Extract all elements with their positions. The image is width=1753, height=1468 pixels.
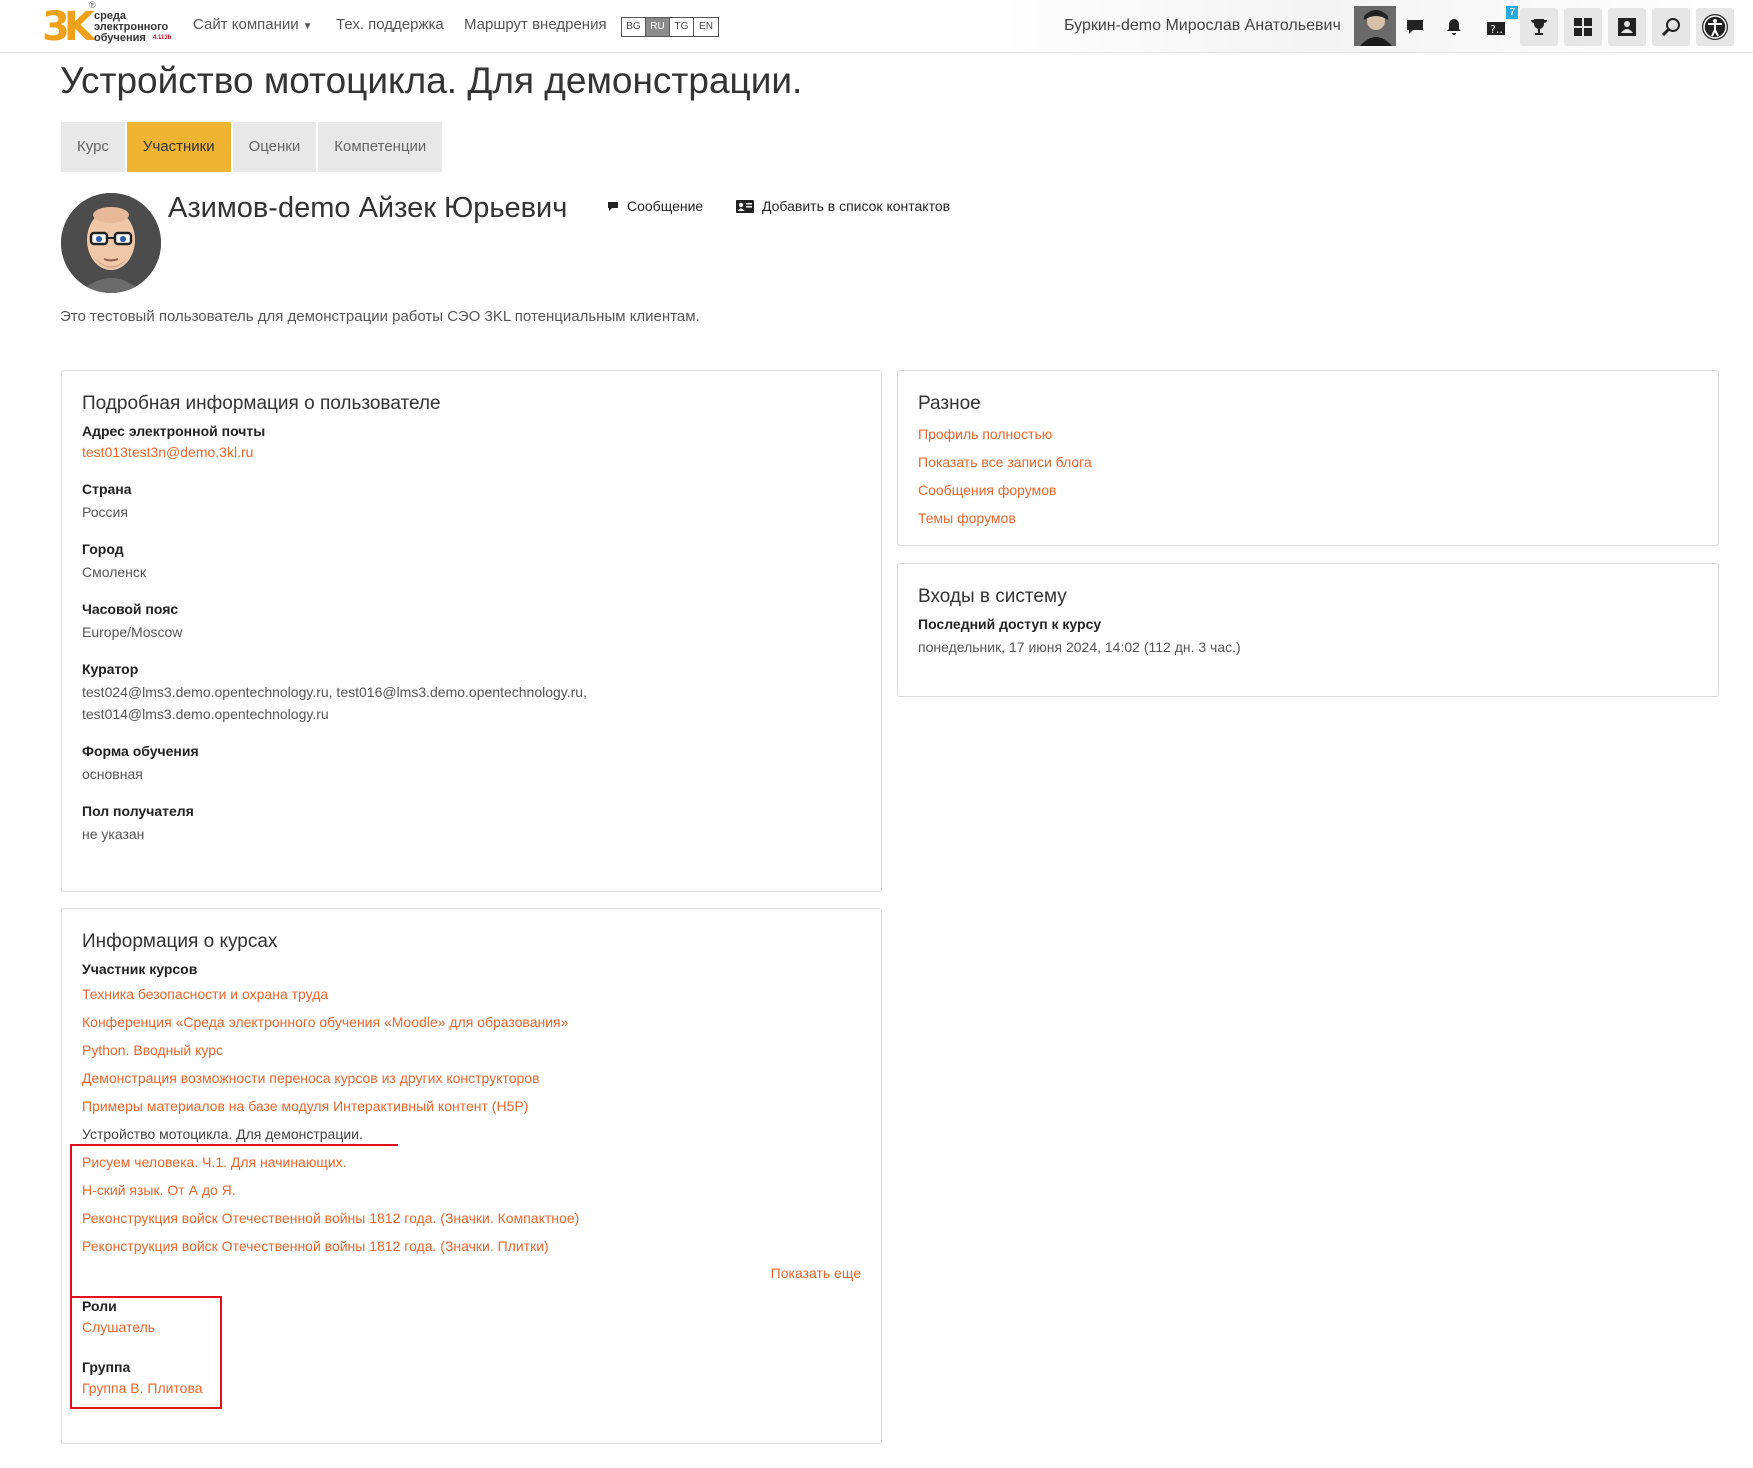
course-link[interactable]: Реконструкция войск Отечественной войны … [82,1207,861,1229]
curator-label: Куратор [82,661,139,677]
city-field: Город Смоленск [82,541,861,583]
lang-tg[interactable]: TG [670,18,694,36]
logins-card: Входы в систему Последний доступ к курсу… [897,563,1719,697]
course-tabs: Курс Участники Оценки Компетенции [61,122,444,172]
course-link[interactable]: Рисуем человека. Ч.1. Для начинающих. [82,1151,861,1173]
last-access-value: понедельник, 17 июня 2024, 14:02 (112 дн… [918,639,1241,655]
last-access-label: Последний доступ к курсу [918,616,1102,632]
annotation-underline [70,1144,398,1146]
lang-ru[interactable]: RU [646,18,670,36]
help-badge: 7 [1506,6,1518,19]
nav-company-site-label: Сайт компании [193,16,299,33]
nav-roadmap[interactable]: Маршрут внедрения [464,16,607,33]
top-navbar: 3K ® среда электронного обучения 4.113b … [0,0,1753,53]
avatar-illustration-icon [61,193,161,293]
course-link[interactable]: Реконструкция войск Отечественной войны … [82,1235,861,1257]
participant-label: Участник курсов [82,961,198,977]
forum-topics-link[interactable]: Темы форумов [918,507,1698,529]
help-icon[interactable]: ?.. 7 [1478,6,1518,46]
tab-competencies[interactable]: Компетенции [318,122,443,172]
svg-text:?..: ?.. [1490,23,1503,36]
timezone-field: Часовой пояс Europe/Moscow [82,601,861,643]
course-link[interactable]: Техника безопасности и охрана труда [82,983,861,1005]
accessibility-icon[interactable] [1696,8,1734,46]
nav-company-site[interactable]: Сайт компании ▼ [193,16,313,33]
show-more-link[interactable]: Показать еще [771,1265,861,1281]
logo-version: 4.113b [153,35,172,41]
timezone-value: Europe/Moscow [82,624,183,640]
timezone-label: Часовой пояс [82,601,179,617]
email-label: Адрес электронной почты [82,423,266,439]
tab-participants[interactable]: Участники [126,122,231,172]
tab-grades[interactable]: Оценки [232,122,317,172]
add-contact-label: Добавить в список контактов [762,198,951,214]
search-icon[interactable] [1652,8,1690,46]
logo-mark: 3K [42,4,95,50]
send-message-label: Сообщение [627,198,704,214]
profile-name: Азимов-demo Айзек Юрьевич [168,192,568,224]
country-value: Россия [82,504,128,520]
annotation-roles-group-box [70,1296,222,1409]
trophy-icon[interactable] [1520,8,1558,46]
user-details-title: Подробная информация о пользователе [82,393,441,414]
country-label: Страна [82,481,132,497]
study-form-value: основная [82,766,143,782]
site-logo[interactable]: 3K ® среда электронного обучения 4.113b [42,0,177,52]
profile-description: Это тестовый пользователь для демонстрац… [60,308,700,325]
user-details-card: Подробная информация о пользователе Адре… [61,370,882,892]
curator-value: test024@lms3.demo.opentechnology.ru, tes… [82,681,861,725]
courses-title: Информация о курсах [82,931,278,952]
forum-posts-link[interactable]: Сообщения форумов [918,479,1698,501]
course-link[interactable]: Примеры материалов на базе модуля Интера… [82,1095,861,1117]
user-avatar[interactable] [1354,6,1396,46]
gender-label: Пол получателя [82,803,194,819]
full-profile-link[interactable]: Профиль полностью [918,423,1698,445]
study-form-label: Форма обучения [82,743,199,759]
notifications-icon[interactable] [1435,8,1473,46]
city-label: Город [82,541,124,557]
gender-value: не указан [82,826,145,842]
current-user-name[interactable]: Буркин-demo Мирослав Анатольевич [1064,17,1341,35]
country-field: Страна Россия [82,481,861,523]
avatar-photo-icon [1354,6,1396,46]
city-value: Смоленск [82,564,147,580]
logo-registered: ® [89,0,96,10]
curator-line2: test014@lms3.demo.opentechnology.ru [82,706,329,722]
email-field: Адрес электронной почты test013test3n@de… [82,423,861,463]
add-contact-button[interactable]: Добавить в список контактов [736,198,950,214]
language-switcher: BG RU TG EN [621,17,719,37]
misc-card: Разное Профиль полностью Показать все за… [897,370,1719,546]
page-title: Устройство мотоцикла. Для демонстрации. [60,60,803,101]
tab-course[interactable]: Курс [61,122,125,172]
course-link[interactable]: Python. Вводный курс [82,1039,861,1061]
curator-line1: test024@lms3.demo.opentechnology.ru, tes… [82,684,587,700]
current-course: Устройство мотоцикла. Для демонстрации. [82,1126,363,1142]
lang-bg[interactable]: BG [622,18,646,36]
study-form-field: Форма обучения основная [82,743,861,785]
profile-avatar [61,193,161,293]
blog-entries-link[interactable]: Показать все записи блога [918,451,1698,473]
course-link[interactable]: Н-ский язык. От А до Я. [82,1179,861,1201]
course-link[interactable]: Конференция «Среда электронного обучения… [82,1011,861,1033]
nav-support[interactable]: Тех. поддержка [336,16,444,33]
user-card-icon[interactable] [1608,8,1646,46]
messages-icon[interactable] [1396,8,1434,46]
misc-title: Разное [918,393,981,414]
curator-field: Куратор test024@lms3.demo.opentechnology… [82,661,861,725]
contact-card-icon [736,199,754,213]
email-link[interactable]: test013test3n@demo.3kl.ru [82,441,861,463]
send-message-button[interactable]: Сообщение [607,198,703,214]
chevron-down-icon: ▼ [302,21,313,32]
logins-title: Входы в систему [918,586,1067,607]
dashboard-icon[interactable] [1564,8,1602,46]
gender-field: Пол получателя не указан [82,803,861,845]
course-link[interactable]: Демонстрация возможности переноса курсов… [82,1067,861,1089]
lang-en[interactable]: EN [694,18,718,36]
message-icon [608,202,618,211]
